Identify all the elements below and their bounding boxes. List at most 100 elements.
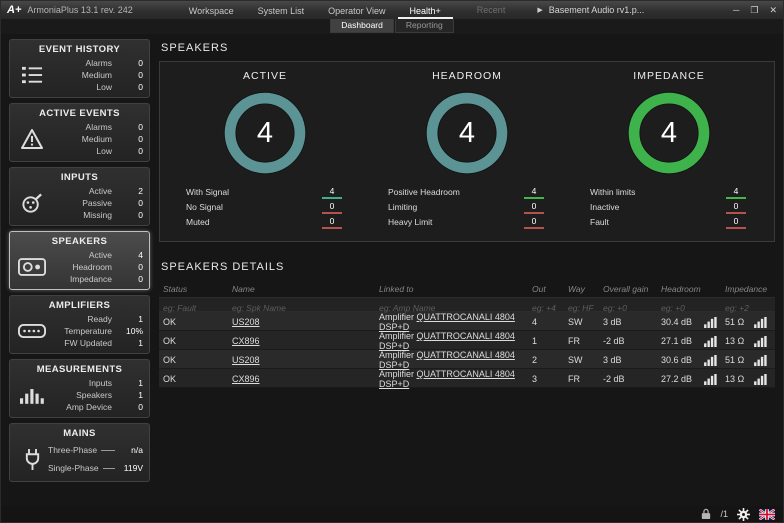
- cell-way: FR: [568, 374, 603, 384]
- warning-triangle-icon: [16, 128, 48, 150]
- sidebar-panel-mains[interactable]: MAINS Three-Phasen/a Single-Phase119V: [9, 423, 150, 482]
- stat-value: 0: [119, 262, 143, 272]
- stat-label: Alarms: [86, 122, 112, 132]
- legend-row: Heavy Limit0: [388, 216, 546, 229]
- filter-headroom-input[interactable]: [661, 303, 720, 313]
- recent-menu[interactable]: Recent: [477, 5, 506, 15]
- legend-color-dash: [726, 197, 746, 199]
- cell-gain: -2 dB: [603, 336, 661, 346]
- speaker-name-link[interactable]: CX896: [232, 336, 260, 346]
- filter-way-input[interactable]: [568, 303, 600, 313]
- page-indicator: /1: [720, 509, 728, 519]
- stat-row: Ready1: [48, 314, 143, 324]
- cell-impedance: 51 Ω: [725, 355, 744, 365]
- sidebar-panel-inputs[interactable]: INPUTS Active2 Passive0 Missing0: [9, 167, 150, 226]
- minimize-icon[interactable]: ─: [733, 5, 739, 16]
- details-section-title: SPEAKERS DETAILS: [161, 261, 775, 273]
- sidebar-panel-active-events[interactable]: ACTIVE EVENTS Alarms0 Medium0 Low0: [9, 103, 150, 162]
- cell-gain: 3 dB: [603, 317, 661, 327]
- filter-out-input[interactable]: [532, 303, 565, 313]
- tab-reporting[interactable]: Reporting: [395, 19, 454, 33]
- language-flag-icon[interactable]: [759, 509, 775, 520]
- column-header-way[interactable]: Way: [568, 284, 603, 294]
- legend-label: With Signal: [186, 186, 229, 197]
- menu-item-health[interactable]: Health+: [398, 2, 453, 19]
- close-icon[interactable]: ✕: [769, 5, 777, 16]
- stat-row: Active2: [48, 186, 143, 196]
- legend-value: 0: [734, 201, 739, 211]
- impedance-meter-icon[interactable]: [754, 317, 767, 328]
- gauge-value: 4: [424, 90, 510, 176]
- stat-row: Medium0: [48, 70, 143, 80]
- speakers-details-section: SPEAKERS DETAILS Status Name Linked to O…: [159, 258, 775, 388]
- column-header-overall-gain[interactable]: Overall gain: [603, 284, 661, 294]
- titlebar: A+ ArmoniaPlus 13.1 rev. 242 Workspace S…: [1, 1, 783, 19]
- cell-impedance: 51 Ω: [725, 317, 744, 327]
- table-row[interactable]: OK CX896 Amplifier QUATTROCANALI 4804 DS…: [159, 369, 775, 388]
- sidebar-panel-event-history[interactable]: EVENT HISTORY Alarms0 Medium0 Low0: [9, 39, 150, 98]
- column-header-linked-to[interactable]: Linked to: [379, 284, 532, 294]
- column-header-impedance[interactable]: Impedance: [725, 284, 775, 294]
- stat-row: Missing0: [48, 210, 143, 220]
- menu-item-operator-view[interactable]: Operator View: [316, 2, 397, 19]
- xlr-connector-icon: [16, 192, 48, 215]
- sidebar-panel-speakers[interactable]: SPEAKERS Active4 Headroom0 Impedance0: [9, 231, 150, 290]
- gauge-title: HEADROOM: [432, 70, 502, 82]
- content: EVENT HISTORY Alarms0 Medium0 Low0: [1, 34, 783, 506]
- sidebar-panel-amplifiers[interactable]: AMPLIFIERS Ready1 Temperature10% FW Upda…: [9, 295, 150, 354]
- gauge-legend: With Signal4 No Signal0 Muted0: [186, 186, 344, 229]
- settings-gear-icon[interactable]: [737, 508, 750, 521]
- stat-row: Headroom0: [48, 262, 143, 272]
- linked-prefix: Amplifier: [379, 369, 417, 379]
- legend-color-dash: [322, 227, 342, 229]
- speaker-name-link[interactable]: CX896: [232, 374, 260, 384]
- play-icon[interactable]: ▶: [537, 6, 542, 14]
- legend-row: Limiting0: [388, 201, 546, 214]
- headroom-ring-gauge: 4: [424, 90, 510, 176]
- impedance-ring-gauge: 4: [626, 90, 712, 176]
- cell-out: 2: [532, 355, 568, 365]
- table-row[interactable]: OK US208 Amplifier QUATTROCANALI 4804 DS…: [159, 350, 775, 369]
- legend-color-dash: [524, 212, 544, 214]
- table-row[interactable]: OK CX896 Amplifier QUATTROCANALI 4804 DS…: [159, 331, 775, 350]
- column-header-name[interactable]: Name: [232, 284, 379, 294]
- filter-status-input[interactable]: [163, 303, 226, 313]
- stat-label: Passive: [82, 198, 112, 208]
- menu-item-workspace[interactable]: Workspace: [177, 2, 246, 19]
- linked-prefix: Amplifier: [379, 312, 417, 322]
- stat-value: 4: [119, 250, 143, 260]
- headroom-meter-icon[interactable]: [704, 317, 717, 328]
- headroom-meter-icon[interactable]: [704, 336, 717, 347]
- menu-item-system-list[interactable]: System List: [246, 2, 317, 19]
- app-logo: A+: [7, 4, 21, 16]
- column-header-status[interactable]: Status: [163, 284, 232, 294]
- legend-label: Limiting: [388, 201, 417, 212]
- headroom-meter-icon[interactable]: [704, 355, 717, 366]
- stat-label: Three-Phase: [48, 445, 97, 455]
- cell-headroom: 30.6 dB: [661, 355, 692, 365]
- impedance-meter-icon[interactable]: [754, 374, 767, 385]
- filter-impedance-input[interactable]: [725, 303, 771, 313]
- headroom-meter-icon[interactable]: [704, 374, 717, 385]
- impedance-meter-icon[interactable]: [754, 355, 767, 366]
- sidebar: EVENT HISTORY Alarms0 Medium0 Low0: [9, 39, 150, 504]
- stat-label: Inputs: [89, 378, 112, 388]
- linked-prefix: Amplifier: [379, 350, 417, 360]
- lock-icon[interactable]: [701, 508, 711, 520]
- maximize-icon[interactable]: ❐: [750, 5, 758, 16]
- stat-row: Single-Phase119V: [48, 463, 143, 473]
- filter-gain-input[interactable]: [603, 303, 656, 313]
- speaker-name-link[interactable]: US208: [232, 355, 260, 365]
- tab-dashboard[interactable]: Dashboard: [330, 19, 394, 33]
- stat-label: Low: [96, 146, 112, 156]
- filter-name-input[interactable]: [232, 303, 367, 313]
- cell-out: 1: [532, 336, 568, 346]
- speaker-cabinet-icon: [16, 258, 48, 276]
- impedance-meter-icon[interactable]: [754, 336, 767, 347]
- column-header-headroom[interactable]: Headroom: [661, 284, 725, 294]
- stat-label: FW Updated: [64, 338, 112, 348]
- stat-label: Temperature: [64, 326, 112, 336]
- column-header-out[interactable]: Out: [532, 284, 568, 294]
- speaker-name-link[interactable]: US208: [232, 317, 260, 327]
- sidebar-panel-measurements[interactable]: MEASUREMENTS Inputs1 Speakers1 Amp Devic…: [9, 359, 150, 418]
